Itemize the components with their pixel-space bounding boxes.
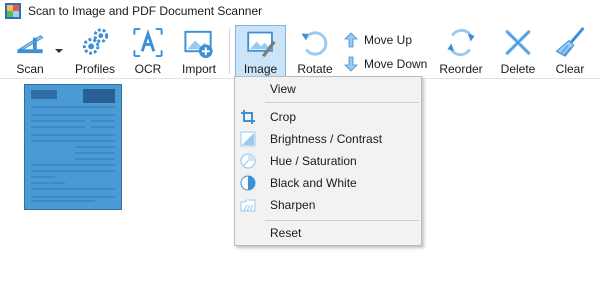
move-up-button[interactable]: Move Up <box>344 30 412 50</box>
brightness-icon <box>240 131 256 147</box>
import-label: Import <box>181 62 216 76</box>
rotate-button[interactable]: Rotate <box>295 24 335 76</box>
rotate-icon <box>301 31 328 56</box>
profiles-label: Profiles <box>74 62 115 76</box>
menu-item-crop[interactable]: Crop <box>235 106 421 128</box>
image-label: Image <box>243 62 278 76</box>
hue-icon <box>240 153 256 169</box>
black-white-icon <box>240 175 256 191</box>
menu-item-label: Crop <box>270 110 297 124</box>
document-preview-image <box>25 85 121 209</box>
toolbar: Scan Profiles OCR Import Image Rotate Mo… <box>0 22 600 79</box>
menu-item-label: Hue / Saturation <box>270 154 357 168</box>
clear-button[interactable]: Clear <box>550 24 590 76</box>
menu-item-label: Reset <box>270 226 302 240</box>
reorder-button[interactable]: Reorder <box>436 24 486 76</box>
toolbar-separator <box>229 28 230 74</box>
menu-item-hue-saturation[interactable]: Hue / Saturation <box>235 150 421 172</box>
image-edit-icon <box>246 31 276 58</box>
broom-icon <box>555 27 585 57</box>
menu-item-label: Sharpen <box>270 198 316 212</box>
move-down-label: Move Down <box>364 57 428 71</box>
window-title: Scan to Image and PDF Document Scanner <box>28 4 263 18</box>
move-down-button[interactable]: Move Down <box>344 54 427 74</box>
arrow-up-icon <box>344 32 358 48</box>
reorder-icon <box>447 28 475 57</box>
menu-item-label: Black and White <box>270 176 357 190</box>
ocr-button[interactable]: OCR <box>130 24 166 76</box>
sharpen-icon <box>240 199 256 212</box>
app-icon <box>5 3 21 19</box>
reorder-label: Reorder <box>439 62 483 76</box>
gears-icon <box>82 28 109 55</box>
profiles-button[interactable]: Profiles <box>70 24 120 76</box>
import-image-icon <box>184 30 213 59</box>
menu-item-black-and-white[interactable]: Black and White <box>235 172 421 194</box>
clear-label: Clear <box>555 62 585 76</box>
arrow-down-icon <box>344 56 358 72</box>
delete-button[interactable]: Delete <box>498 24 538 76</box>
import-button[interactable]: Import <box>177 24 221 76</box>
image-dropdown-menu: View Crop Brightness / Contrast Hue / Sa… <box>234 76 422 246</box>
delete-x-icon <box>505 29 531 56</box>
menu-item-reset[interactable]: Reset <box>235 222 421 244</box>
menu-item-label: Brightness / Contrast <box>270 132 383 146</box>
title-bar: Scan to Image and PDF Document Scanner <box>0 0 600 22</box>
ocr-label: OCR <box>134 62 162 76</box>
menu-item-sharpen[interactable]: Sharpen <box>235 194 421 216</box>
crop-icon <box>241 110 255 124</box>
menu-item-label: View <box>270 82 296 96</box>
menu-separator <box>265 102 419 103</box>
delete-label: Delete <box>500 62 536 76</box>
image-button[interactable]: Image <box>235 25 286 77</box>
menu-separator <box>265 220 419 221</box>
page-thumbnail[interactable] <box>24 84 122 210</box>
move-up-label: Move Up <box>364 33 413 47</box>
scan-label: Scan <box>16 62 44 76</box>
ocr-icon <box>133 27 163 58</box>
menu-item-brightness-contrast[interactable]: Brightness / Contrast <box>235 128 421 150</box>
scan-button[interactable]: Scan <box>6 24 54 76</box>
menu-item-view[interactable]: View <box>235 78 421 100</box>
scan-dropdown-arrow-icon[interactable] <box>54 46 64 56</box>
scanner-icon <box>17 35 44 54</box>
rotate-label: Rotate <box>297 62 333 76</box>
